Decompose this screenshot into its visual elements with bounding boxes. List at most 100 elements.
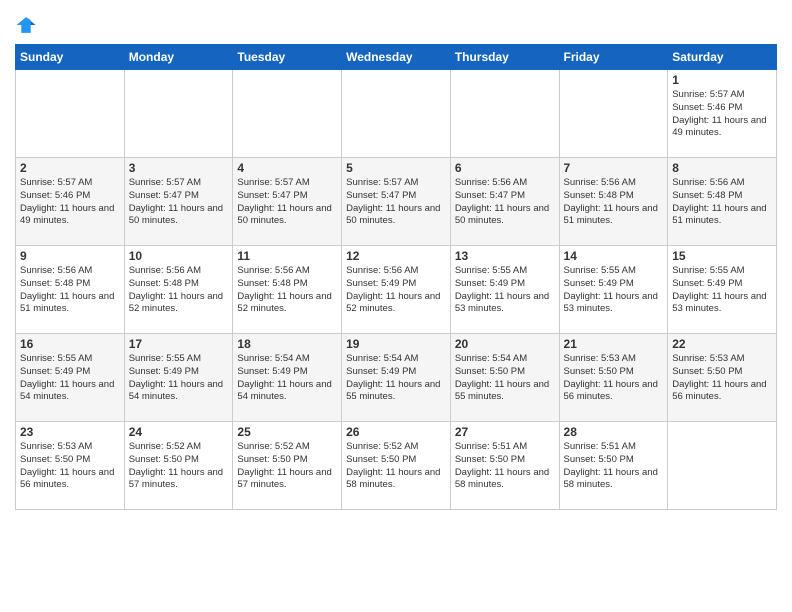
weekday-header: Friday (559, 45, 668, 70)
calendar-cell: 13 Sunrise: 5:55 AM Sunset: 5:49 PM Dayli… (450, 246, 559, 334)
day-number: 8 (672, 161, 772, 175)
day-info: Sunrise: 5:54 AM Sunset: 5:49 PM Dayligh… (237, 353, 337, 404)
day-number: 9 (20, 249, 120, 263)
calendar-cell (450, 70, 559, 158)
day-info: Sunrise: 5:52 AM Sunset: 5:50 PM Dayligh… (346, 441, 446, 492)
calendar-cell: 10 Sunrise: 5:56 AM Sunset: 5:48 PM Dayli… (124, 246, 233, 334)
day-number: 5 (346, 161, 446, 175)
calendar-cell: 20 Sunrise: 5:54 AM Sunset: 5:50 PM Dayli… (450, 334, 559, 422)
day-info: Sunrise: 5:56 AM Sunset: 5:48 PM Dayligh… (129, 265, 229, 316)
weekday-header: Wednesday (342, 45, 451, 70)
logo-icon (15, 14, 37, 36)
day-info: Sunrise: 5:55 AM Sunset: 5:49 PM Dayligh… (20, 353, 120, 404)
day-number: 26 (346, 425, 446, 439)
day-info: Sunrise: 5:54 AM Sunset: 5:50 PM Dayligh… (455, 353, 555, 404)
page: SundayMondayTuesdayWednesdayThursdayFrid… (0, 0, 792, 612)
calendar-cell: 9 Sunrise: 5:56 AM Sunset: 5:48 PM Daylig… (16, 246, 125, 334)
day-number: 2 (20, 161, 120, 175)
calendar-cell: 2Sunrise: 5:57 AM Sunset: 5:46 PM Daylig… (16, 158, 125, 246)
calendar-header-row: SundayMondayTuesdayWednesdayThursdayFrid… (16, 45, 777, 70)
day-number: 27 (455, 425, 555, 439)
day-number: 10 (129, 249, 229, 263)
day-number: 12 (346, 249, 446, 263)
day-number: 18 (237, 337, 337, 351)
day-number: 25 (237, 425, 337, 439)
day-info: Sunrise: 5:53 AM Sunset: 5:50 PM Dayligh… (564, 353, 664, 404)
day-info: Sunrise: 5:51 AM Sunset: 5:50 PM Dayligh… (564, 441, 664, 492)
day-number: 24 (129, 425, 229, 439)
weekday-header: Sunday (16, 45, 125, 70)
day-number: 16 (20, 337, 120, 351)
day-info: Sunrise: 5:56 AM Sunset: 5:49 PM Dayligh… (346, 265, 446, 316)
day-number: 4 (237, 161, 337, 175)
calendar-cell: 15 Sunrise: 5:55 AM Sunset: 5:49 PM Dayli… (668, 246, 777, 334)
calendar-cell: 23Sunrise: 5:53 AM Sunset: 5:50 PM Dayli… (16, 422, 125, 510)
day-number: 19 (346, 337, 446, 351)
calendar-cell: 22 Sunrise: 5:53 AM Sunset: 5:50 PM Dayli… (668, 334, 777, 422)
calendar-cell: 16 Sunrise: 5:55 AM Sunset: 5:49 PM Dayli… (16, 334, 125, 422)
calendar-week-row: 16 Sunrise: 5:55 AM Sunset: 5:49 PM Dayli… (16, 334, 777, 422)
calendar-cell: 28Sunrise: 5:51 AM Sunset: 5:50 PM Dayli… (559, 422, 668, 510)
calendar-cell: 26 Sunrise: 5:52 AM Sunset: 5:50 PM Dayli… (342, 422, 451, 510)
day-number: 7 (564, 161, 664, 175)
calendar-cell: 5 Sunrise: 5:57 AM Sunset: 5:47 PM Daylig… (342, 158, 451, 246)
day-info: Sunrise: 5:56 AM Sunset: 5:48 PM Dayligh… (672, 177, 772, 228)
weekday-header: Tuesday (233, 45, 342, 70)
day-number: 17 (129, 337, 229, 351)
weekday-header: Thursday (450, 45, 559, 70)
logo (15, 14, 41, 36)
day-info: Sunrise: 5:56 AM Sunset: 5:48 PM Dayligh… (564, 177, 664, 228)
day-number: 21 (564, 337, 664, 351)
calendar-cell: 17 Sunrise: 5:55 AM Sunset: 5:49 PM Dayli… (124, 334, 233, 422)
calendar-cell: 3 Sunrise: 5:57 AM Sunset: 5:47 PM Daylig… (124, 158, 233, 246)
day-info: Sunrise: 5:52 AM Sunset: 5:50 PM Dayligh… (129, 441, 229, 492)
calendar-week-row: 2Sunrise: 5:57 AM Sunset: 5:46 PM Daylig… (16, 158, 777, 246)
day-number: 20 (455, 337, 555, 351)
day-number: 3 (129, 161, 229, 175)
day-info: Sunrise: 5:55 AM Sunset: 5:49 PM Dayligh… (672, 265, 772, 316)
calendar-cell: 1 Sunrise: 5:57 AM Sunset: 5:46 PM Daylig… (668, 70, 777, 158)
calendar-cell: 24 Sunrise: 5:52 AM Sunset: 5:50 PM Dayli… (124, 422, 233, 510)
calendar-cell (233, 70, 342, 158)
day-number: 6 (455, 161, 555, 175)
calendar-cell: 18 Sunrise: 5:54 AM Sunset: 5:49 PM Dayli… (233, 334, 342, 422)
calendar-week-row: 1 Sunrise: 5:57 AM Sunset: 5:46 PM Daylig… (16, 70, 777, 158)
calendar-cell: 25 Sunrise: 5:52 AM Sunset: 5:50 PM Dayli… (233, 422, 342, 510)
day-number: 14 (564, 249, 664, 263)
day-number: 13 (455, 249, 555, 263)
calendar-cell (668, 422, 777, 510)
calendar-cell (342, 70, 451, 158)
day-number: 1 (672, 73, 772, 87)
day-info: Sunrise: 5:55 AM Sunset: 5:49 PM Dayligh… (129, 353, 229, 404)
calendar-cell: 8 Sunrise: 5:56 AM Sunset: 5:48 PM Daylig… (668, 158, 777, 246)
calendar-table: SundayMondayTuesdayWednesdayThursdayFrid… (15, 44, 777, 510)
day-info: Sunrise: 5:56 AM Sunset: 5:47 PM Dayligh… (455, 177, 555, 228)
day-info: Sunrise: 5:57 AM Sunset: 5:47 PM Dayligh… (346, 177, 446, 228)
day-number: 15 (672, 249, 772, 263)
weekday-header: Saturday (668, 45, 777, 70)
day-number: 22 (672, 337, 772, 351)
day-info: Sunrise: 5:54 AM Sunset: 5:49 PM Dayligh… (346, 353, 446, 404)
day-number: 11 (237, 249, 337, 263)
day-info: Sunrise: 5:53 AM Sunset: 5:50 PM Dayligh… (20, 441, 120, 492)
day-info: Sunrise: 5:57 AM Sunset: 5:47 PM Dayligh… (237, 177, 337, 228)
calendar-cell (559, 70, 668, 158)
day-info: Sunrise: 5:57 AM Sunset: 5:46 PM Dayligh… (672, 89, 772, 140)
calendar-cell: 7 Sunrise: 5:56 AM Sunset: 5:48 PM Daylig… (559, 158, 668, 246)
calendar-cell (16, 70, 125, 158)
day-info: Sunrise: 5:56 AM Sunset: 5:48 PM Dayligh… (20, 265, 120, 316)
calendar-cell: 19 Sunrise: 5:54 AM Sunset: 5:49 PM Dayli… (342, 334, 451, 422)
day-info: Sunrise: 5:55 AM Sunset: 5:49 PM Dayligh… (564, 265, 664, 316)
header (15, 10, 777, 36)
day-info: Sunrise: 5:57 AM Sunset: 5:47 PM Dayligh… (129, 177, 229, 228)
calendar-cell: 14 Sunrise: 5:55 AM Sunset: 5:49 PM Dayli… (559, 246, 668, 334)
calendar-cell: 11 Sunrise: 5:56 AM Sunset: 5:48 PM Dayli… (233, 246, 342, 334)
calendar-cell (124, 70, 233, 158)
calendar-cell: 6 Sunrise: 5:56 AM Sunset: 5:47 PM Daylig… (450, 158, 559, 246)
calendar-cell: 27Sunrise: 5:51 AM Sunset: 5:50 PM Dayli… (450, 422, 559, 510)
calendar-week-row: 9 Sunrise: 5:56 AM Sunset: 5:48 PM Daylig… (16, 246, 777, 334)
day-info: Sunrise: 5:56 AM Sunset: 5:48 PM Dayligh… (237, 265, 337, 316)
day-info: Sunrise: 5:55 AM Sunset: 5:49 PM Dayligh… (455, 265, 555, 316)
day-info: Sunrise: 5:52 AM Sunset: 5:50 PM Dayligh… (237, 441, 337, 492)
day-info: Sunrise: 5:53 AM Sunset: 5:50 PM Dayligh… (672, 353, 772, 404)
